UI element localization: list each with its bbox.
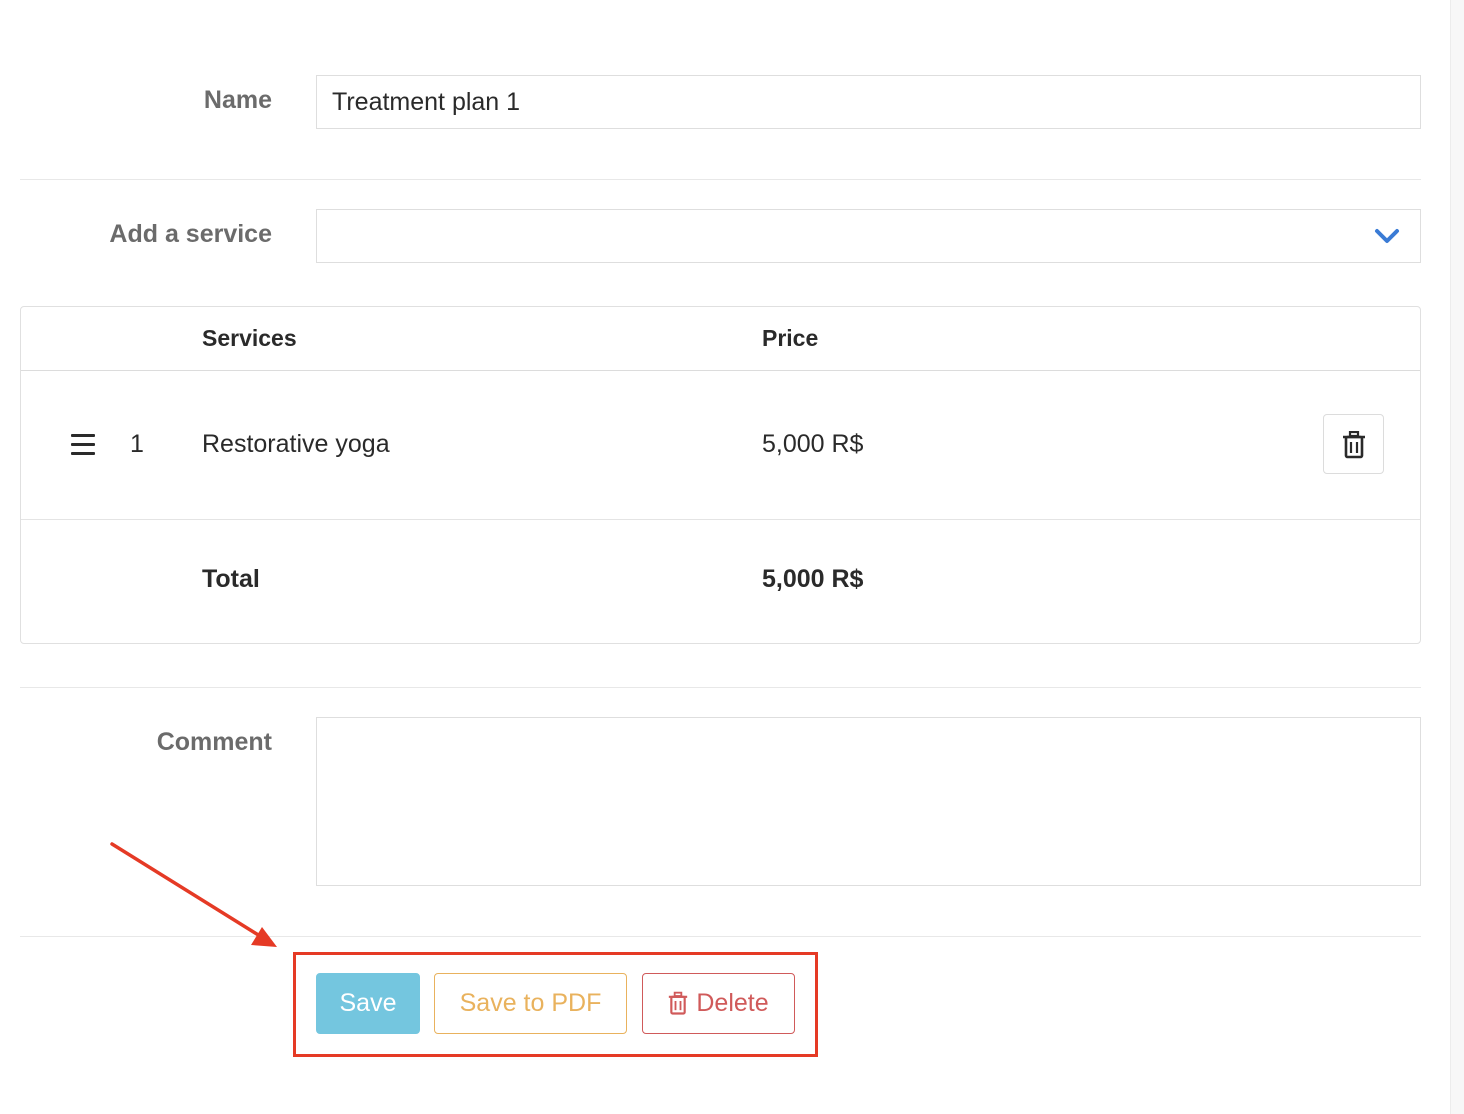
table-row-divider (21, 519, 1420, 520)
row-service-name: Restorative yoga (202, 430, 390, 458)
chevron-down-icon[interactable] (1372, 224, 1402, 248)
comment-textarea[interactable] (316, 717, 1421, 886)
add-service-select[interactable] (316, 209, 1421, 263)
comment-label: Comment (156, 728, 272, 756)
total-price: 5,000 R$ (762, 565, 864, 593)
add-service-label: Add a service (109, 220, 272, 248)
total-label: Total (202, 565, 260, 593)
name-input-value: Treatment plan 1 (332, 88, 521, 116)
drag-handle-icon[interactable] (71, 434, 95, 456)
scrollbar-track[interactable] (1450, 0, 1464, 1114)
trash-icon (1343, 431, 1365, 459)
table-header-divider (21, 370, 1420, 371)
annotation-arrow-icon (110, 842, 277, 947)
divider (20, 687, 1421, 688)
services-table: Services Price 1 Restorative yoga 5,000 … (20, 306, 1421, 644)
row-index: 1 (130, 430, 144, 458)
column-header-services: Services (202, 325, 297, 351)
remove-service-button[interactable] (1323, 414, 1384, 474)
column-header-price: Price (762, 325, 819, 351)
name-label: Name (203, 86, 272, 114)
name-input[interactable]: Treatment plan 1 (316, 75, 1421, 129)
row-service-price: 5,000 R$ (762, 430, 864, 458)
annotation-highlight-box (293, 952, 818, 1057)
divider (20, 179, 1421, 180)
